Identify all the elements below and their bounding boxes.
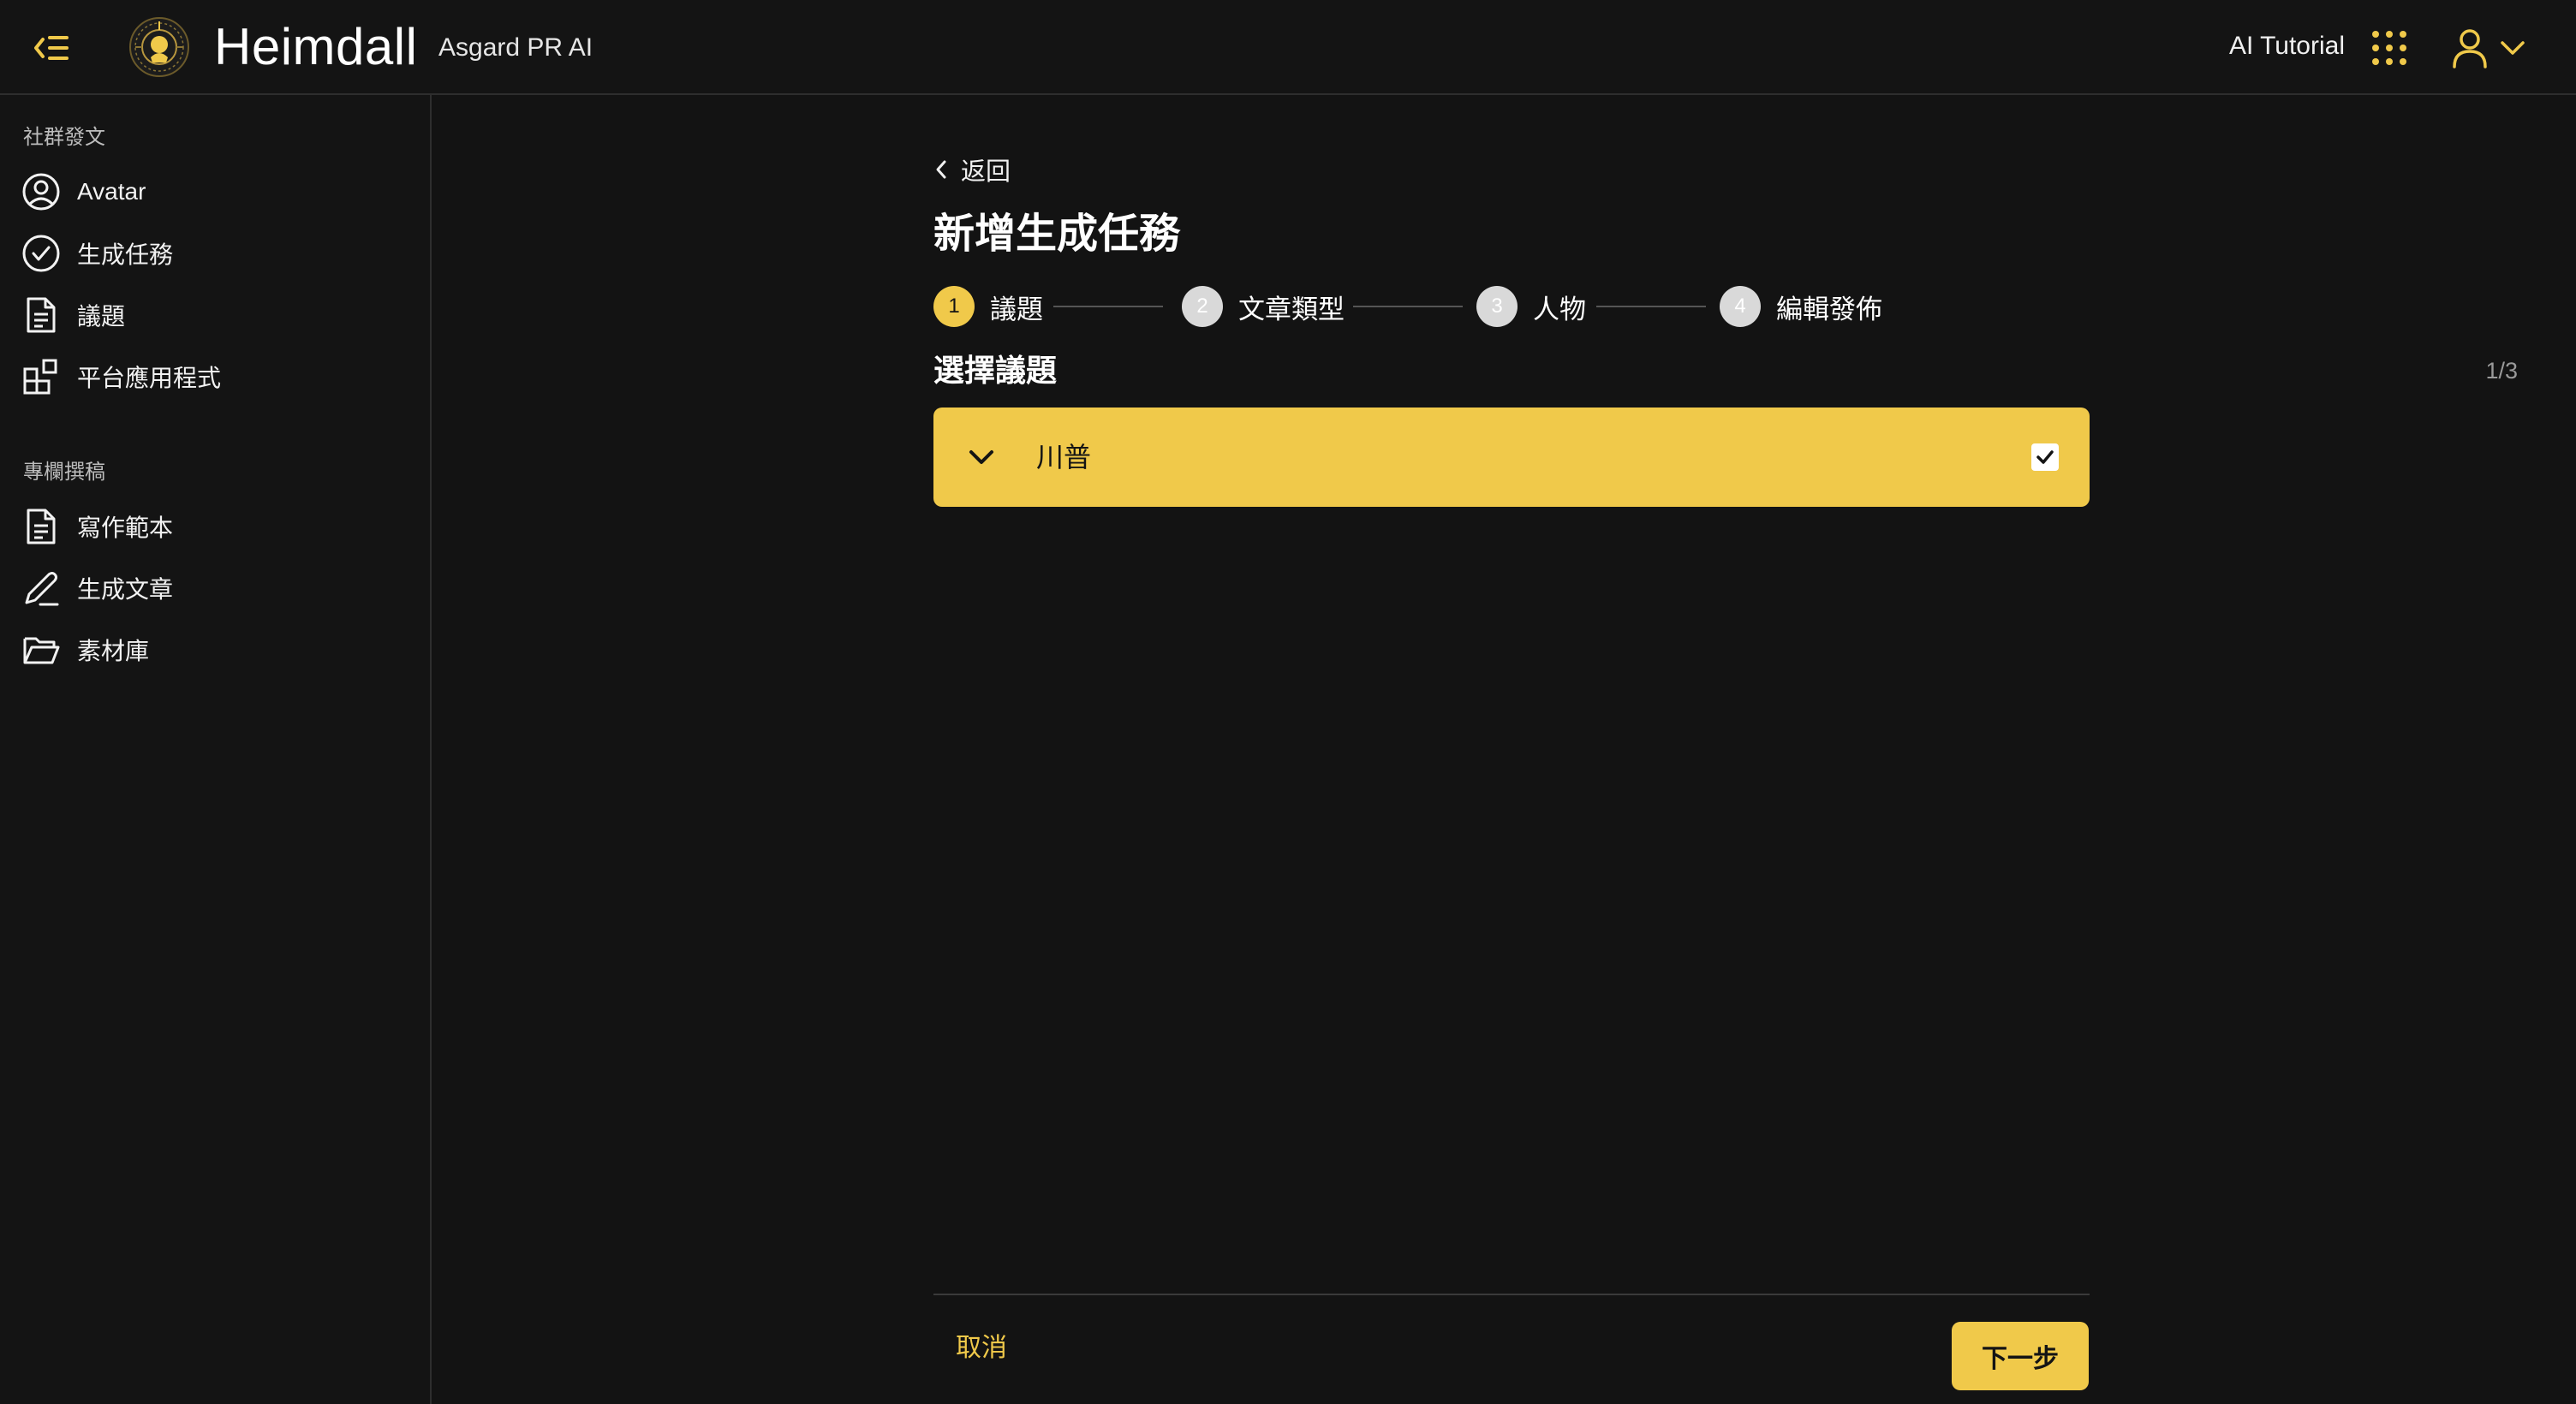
sidebar-section-title: 社群發文	[23, 126, 105, 149]
step-article-type[interactable]: 2 文章類型	[1182, 284, 1345, 329]
folder-icon	[21, 629, 62, 670]
chevron-down-icon[interactable]	[966, 442, 997, 473]
ai-tutorial-link[interactable]: AI Tutorial	[2229, 27, 2345, 65]
selection-counter: 1/3	[2485, 358, 2518, 384]
step-number: 3	[1476, 286, 1518, 327]
user-icon	[2453, 29, 2487, 68]
sidebar-item-topics[interactable]: 議題	[21, 289, 411, 341]
chevron-left-icon	[936, 160, 946, 179]
sidebar-item-platform-apps[interactable]: 平台應用程式	[21, 351, 411, 402]
step-topic[interactable]: 1 議題	[933, 284, 1043, 329]
user-menu-button[interactable]	[2451, 24, 2540, 72]
sidebar-item-label: 生成文章	[77, 576, 174, 603]
step-number: 1	[933, 286, 975, 327]
document-icon	[21, 506, 62, 547]
collapse-sidebar-button[interactable]	[29, 26, 74, 70]
sidebar-item-label: Avatar	[77, 178, 146, 205]
apps-grid-icon	[21, 356, 62, 397]
check-circle-icon	[21, 233, 62, 274]
topic-row[interactable]: 川普	[933, 408, 2090, 507]
step-label: 編輯發佈	[1776, 294, 1882, 324]
step-connector	[1353, 306, 1463, 307]
checkmark-icon	[2036, 450, 2054, 464]
section-heading: 選擇議題	[933, 353, 1058, 388]
step-number: 4	[1720, 286, 1761, 327]
back-link[interactable]: 返回	[933, 152, 1011, 187]
sidebar-item-label: 素材庫	[77, 638, 150, 664]
topic-label: 川普	[1036, 442, 1092, 473]
user-circle-icon	[21, 171, 62, 212]
sidebar-section-title: 專欄撰稿	[23, 461, 105, 484]
step-edit-publish[interactable]: 4 編輯發佈	[1720, 284, 1882, 329]
topic-checkbox[interactable]	[2031, 443, 2059, 471]
sidebar-item-label: 寫作範本	[77, 515, 174, 541]
brand-name: Heimdall	[214, 18, 418, 75]
main-content: 返回 新增生成任務 1 議題 2 文章類型 3 人物 4 編輯發佈 選擇議題 1…	[433, 95, 2576, 1404]
collapse-menu-icon	[34, 36, 69, 60]
footer-divider	[933, 1294, 2090, 1295]
chevron-down-icon	[2501, 41, 2525, 55]
stepper: 1 議題 2 文章類型 3 人物 4 編輯發佈	[933, 284, 1901, 329]
step-label: 人物	[1533, 294, 1586, 324]
step-label: 議題	[990, 294, 1043, 324]
next-step-button[interactable]: 下一步	[1952, 1322, 2089, 1390]
sidebar-item-label: 平台應用程式	[77, 365, 222, 391]
pen-icon	[21, 568, 62, 609]
dots-grid-icon	[2372, 31, 2406, 65]
heimdall-logo	[129, 17, 189, 77]
step-number: 2	[1182, 286, 1223, 327]
step-connector	[1596, 306, 1706, 307]
step-character[interactable]: 3 人物	[1476, 284, 1586, 329]
sidebar-item-writing-templates[interactable]: 寫作範本	[21, 501, 411, 552]
sidebar-item-generation-tasks[interactable]: 生成任務	[21, 228, 411, 279]
step-connector	[1053, 306, 1163, 307]
sidebar-item-asset-library[interactable]: 素材庫	[21, 624, 411, 675]
apps-launcher-button[interactable]	[2370, 29, 2408, 67]
page-title: 新增生成任務	[933, 211, 1181, 257]
sidebar: 社群發文 Avatar 生成任務 議題 平台應用程式 專欄撰稿 寫作範本 生成文…	[0, 95, 432, 1404]
brand-subtitle: Asgard PR AI	[438, 33, 593, 62]
top-bar: Heimdall Asgard PR AI AI Tutorial	[0, 0, 2576, 95]
back-label: 返回	[961, 158, 1011, 186]
cancel-button[interactable]: 取消	[956, 1319, 1050, 1371]
sidebar-item-avatar[interactable]: Avatar	[21, 166, 411, 217]
sidebar-item-label: 生成任務	[77, 241, 174, 268]
sidebar-item-label: 議題	[77, 303, 126, 330]
document-icon	[21, 294, 62, 336]
sidebar-item-generate-article[interactable]: 生成文章	[21, 562, 411, 614]
step-label: 文章類型	[1238, 294, 1345, 324]
